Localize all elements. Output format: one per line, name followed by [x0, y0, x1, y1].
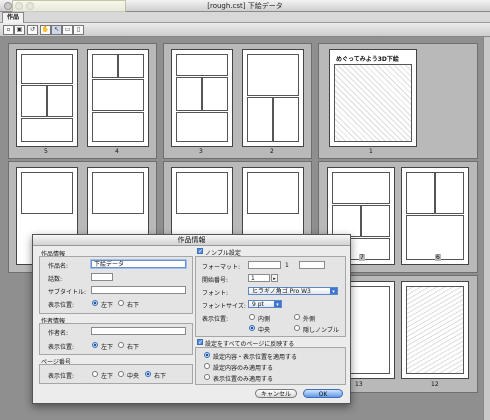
radio-label: 設定内容・表示位置を適用する	[213, 354, 298, 361]
radio-label: 外側	[303, 316, 316, 323]
vertical-scrollbar[interactable]	[483, 37, 490, 420]
nombre-position-label: 表示位置:	[202, 316, 229, 323]
page-number: 7	[359, 254, 365, 261]
page-number: 6	[435, 254, 441, 261]
apply-radio-content-and-position[interactable]	[204, 352, 210, 358]
radio-label: 右下	[127, 344, 140, 351]
radio-label: 表示位置のみ適用する	[213, 376, 274, 383]
page-number: 2	[270, 148, 274, 155]
page-number: 12	[431, 381, 439, 388]
apply-radio-content-only[interactable]	[204, 363, 210, 369]
new-page-icon[interactable]: ▫	[3, 25, 14, 35]
start-number-label: 開始番号:	[202, 277, 229, 284]
format-prefix-input[interactable]	[248, 261, 281, 269]
cover-title: めぐってみよう3D下絵	[336, 56, 399, 63]
cancel-button[interactable]: キャンセル	[255, 389, 297, 398]
font-select-value: ヒラギノ角ゴ Pro W3	[252, 288, 311, 295]
page-number: 3	[199, 148, 203, 155]
page-number: 5	[44, 148, 48, 155]
font-size-label: フォントサイズ:	[202, 303, 246, 310]
page-thumbnail[interactable]	[242, 49, 304, 147]
spread-5-4[interactable]: 5 4	[8, 43, 157, 159]
font-size-value: 9 pt	[252, 301, 264, 308]
format-value: 1	[285, 262, 289, 269]
author-position-label: 表示位置:	[48, 344, 75, 351]
rotate-icon[interactable]: ↺	[27, 25, 38, 35]
radio-label: 中央	[258, 327, 271, 334]
nombre-radio-center[interactable]	[249, 325, 255, 331]
nombre-radio-outside[interactable]	[294, 314, 300, 320]
author-position-radio-left[interactable]	[92, 342, 98, 348]
work-position-radio-right[interactable]	[118, 300, 124, 306]
apply-options-group: 設定内容・表示位置を適用する 設定内容のみ適用する 表示位置のみ適用する	[195, 347, 346, 385]
font-size-select[interactable]: 9 pt ▾	[248, 300, 282, 308]
page-number: 4	[115, 148, 119, 155]
page-thumbnail[interactable]	[401, 167, 469, 265]
page-thumbnail[interactable]	[401, 281, 469, 379]
work-name-input[interactable]: 下絵データ	[91, 260, 186, 268]
hand-tool-icon[interactable]: ✋	[40, 25, 51, 35]
font-label: フォント:	[202, 290, 229, 297]
start-number-input[interactable]: 1	[248, 274, 270, 282]
episode-input[interactable]	[91, 273, 113, 281]
nombre-settings-group: フォーマット: 1 開始番号: 1 ▸ フォント: ヒラギノ角ゴ Pro W3 …	[195, 256, 346, 337]
spread-1[interactable]: めぐってみよう3D下絵 1	[318, 43, 478, 159]
subtitle-label: サブタイトル:	[48, 289, 87, 296]
page-number: 13	[355, 381, 363, 388]
author-name-input[interactable]	[91, 327, 186, 335]
tab-work[interactable]: 作品	[2, 12, 25, 23]
radio-label: 右下	[154, 373, 167, 380]
chevron-down-icon: ▾	[274, 301, 281, 308]
start-number-stepper[interactable]: ▸	[271, 274, 278, 282]
page-number-radio-left[interactable]	[92, 371, 98, 377]
author-info-group: 作者名: 表示位置: 左下 右下	[39, 323, 193, 355]
nombre-radio-hidden[interactable]	[294, 325, 300, 331]
radio-label: 左下	[101, 302, 114, 309]
author-position-radio-right[interactable]	[118, 342, 124, 348]
format-suffix-input[interactable]	[299, 261, 325, 269]
radio-label: 右下	[127, 302, 140, 309]
format-label: フォーマット:	[202, 264, 241, 271]
radio-label: 中央	[127, 373, 140, 380]
duplicate-icon[interactable]: ▣	[14, 25, 25, 35]
radio-label: 左下	[101, 344, 114, 351]
page-number-radio-right[interactable]	[145, 371, 151, 377]
ok-button[interactable]: OK	[303, 389, 343, 398]
spread-view-icon[interactable]: ▯	[73, 25, 84, 35]
page-number-radio-center[interactable]	[118, 371, 124, 377]
work-position-radio-left[interactable]	[92, 300, 98, 306]
dialog-title: 作品情報	[33, 235, 350, 246]
work-info-dialog: 作品情報 作品情報 作品名: 下絵データ 話数: サブタイトル: 表示位置: 左…	[32, 234, 351, 404]
page-number: 1	[369, 148, 373, 155]
author-name-label: 作者名:	[48, 330, 69, 337]
page-number-group: 表示位置: 左下 中央 右下	[39, 364, 193, 384]
work-info-group: 作品名: 下絵データ 話数: サブタイトル: 表示位置: 左下 右下	[39, 256, 193, 314]
font-select[interactable]: ヒラギノ角ゴ Pro W3 ▾	[248, 287, 338, 295]
page-thumbnail[interactable]	[16, 49, 78, 147]
tab-strip: 作品	[0, 12, 490, 23]
radio-label: 設定内容のみ適用する	[213, 365, 274, 372]
page-thumbnail[interactable]	[87, 49, 149, 147]
radio-label: 内側	[258, 316, 271, 323]
toolbar: ▫ ▣ ↺ ✋ ↖ ▭ ▯	[0, 23, 490, 37]
page-number-position-label: 表示位置:	[48, 373, 75, 380]
page-thumbnail[interactable]	[171, 49, 233, 147]
apply-all-checkbox[interactable]: ✓	[197, 339, 203, 346]
cover-page-thumbnail[interactable]: めぐってみよう3D下絵	[329, 49, 417, 147]
subtitle-input[interactable]	[91, 286, 186, 294]
episode-label: 話数:	[48, 276, 63, 283]
radio-label: 左下	[101, 373, 114, 380]
radio-label: 隠しノンブル	[303, 327, 339, 334]
work-name-label: 作品名:	[48, 263, 69, 270]
spread-3-2[interactable]: 3 2	[163, 43, 312, 159]
apply-radio-position-only[interactable]	[204, 374, 210, 380]
nombre-checkbox[interactable]: ✓	[197, 248, 203, 255]
page-view-icon[interactable]: ▭	[62, 25, 73, 35]
select-tool-icon[interactable]: ↖	[51, 25, 62, 35]
chevron-down-icon: ▾	[330, 288, 337, 295]
work-position-label: 表示位置:	[48, 302, 75, 309]
nombre-radio-inside[interactable]	[249, 314, 255, 320]
